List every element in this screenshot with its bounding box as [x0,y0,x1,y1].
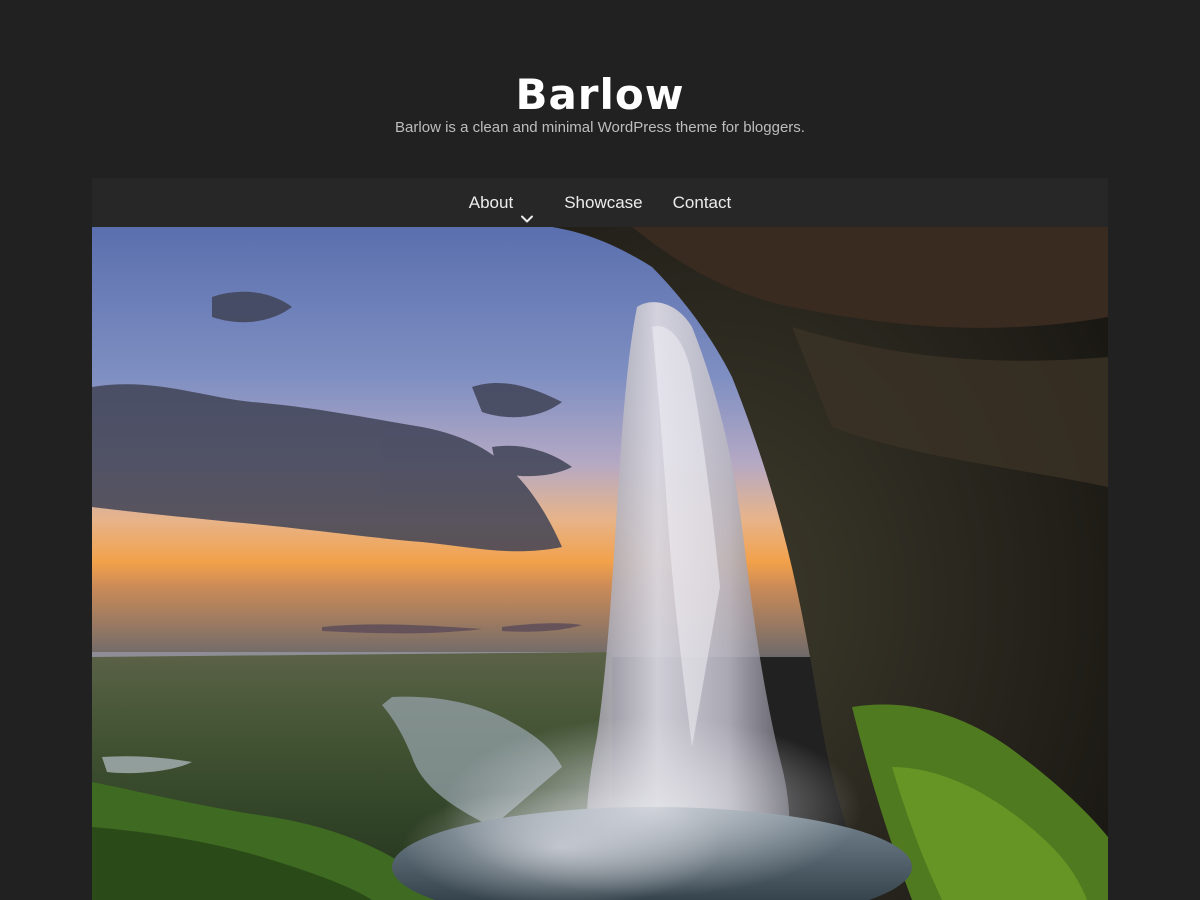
nav-item-showcase[interactable]: Showcase [549,178,657,227]
nav-item-contact[interactable]: Contact [658,178,747,227]
nav-item-label: About [468,193,514,212]
nav-item-about[interactable]: About [454,178,549,227]
main-navigation: About Showcase Contact [92,178,1108,227]
site-header: Barlow Barlow is a clean and minimal Wor… [0,0,1200,178]
nav-item-label: Contact [672,193,732,212]
waterfall-scene [92,227,1108,900]
site-tagline: Barlow is a clean and minimal WordPress … [395,119,805,136]
chevron-down-icon[interactable] [520,196,534,222]
hero-image [92,227,1108,900]
site-title[interactable]: Barlow [0,70,1200,120]
nav-item-label: Showcase [564,193,643,212]
